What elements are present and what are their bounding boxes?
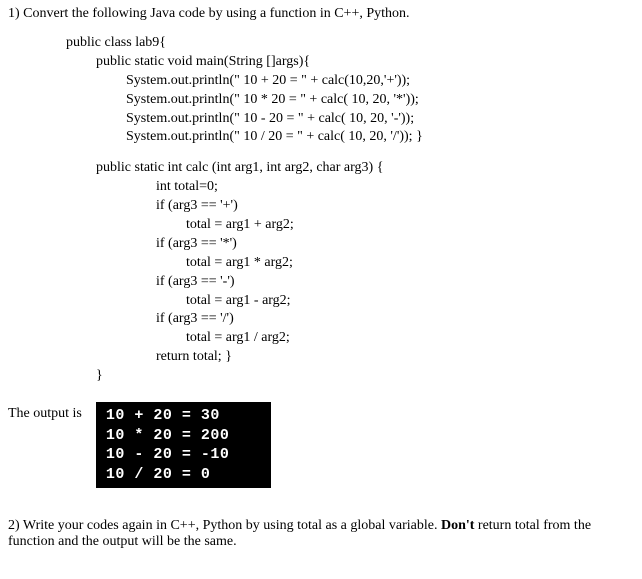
code-line: System.out.println(" 10 * 20 = " + calc(… <box>126 91 634 110</box>
code-line: System.out.println(" 10 / 20 = " + calc(… <box>126 128 634 147</box>
console-line: 10 + 20 = 30 <box>106 406 261 426</box>
java-code-block: public class lab9{ public static void ma… <box>66 34 634 386</box>
q2-bold: Don't <box>441 518 474 533</box>
code-line: total = arg1 / arg2; <box>186 329 634 348</box>
code-spacer <box>66 147 634 159</box>
console-line: 10 / 20 = 0 <box>106 465 261 485</box>
code-line: total = arg1 + arg2; <box>186 216 634 235</box>
code-line: System.out.println(" 10 + 20 = " + calc(… <box>126 72 634 91</box>
console-line: 10 * 20 = 200 <box>106 426 261 446</box>
code-line: return total; } <box>156 348 634 367</box>
code-line: if (arg3 == '+') <box>156 197 634 216</box>
code-line: total = arg1 * arg2; <box>186 254 634 273</box>
code-line: public class lab9{ <box>66 34 634 53</box>
console-output: 10 + 20 = 30 10 * 20 = 200 10 - 20 = -10… <box>96 402 271 488</box>
console-line: 10 - 20 = -10 <box>106 445 261 465</box>
code-line: if (arg3 == '*') <box>156 235 634 254</box>
code-line: total = arg1 - arg2; <box>186 292 634 311</box>
code-line: System.out.println(" 10 - 20 = " + calc(… <box>126 110 634 129</box>
question-2-prompt: 2) Write your codes again in C++, Python… <box>8 518 634 550</box>
code-line: } <box>96 367 634 386</box>
output-section: The output is 10 + 20 = 30 10 * 20 = 200… <box>8 402 634 488</box>
code-line: public static void main(String []args){ <box>96 53 634 72</box>
output-label: The output is <box>8 402 82 422</box>
code-line: public static int calc (int arg1, int ar… <box>96 159 634 178</box>
code-line: if (arg3 == '/') <box>156 310 634 329</box>
code-line: if (arg3 == '-') <box>156 273 634 292</box>
code-line: int total=0; <box>156 178 634 197</box>
q2-part1: 2) Write your codes again in C++, Python… <box>8 518 441 533</box>
question-1-prompt: 1) Convert the following Java code by us… <box>8 6 634 22</box>
